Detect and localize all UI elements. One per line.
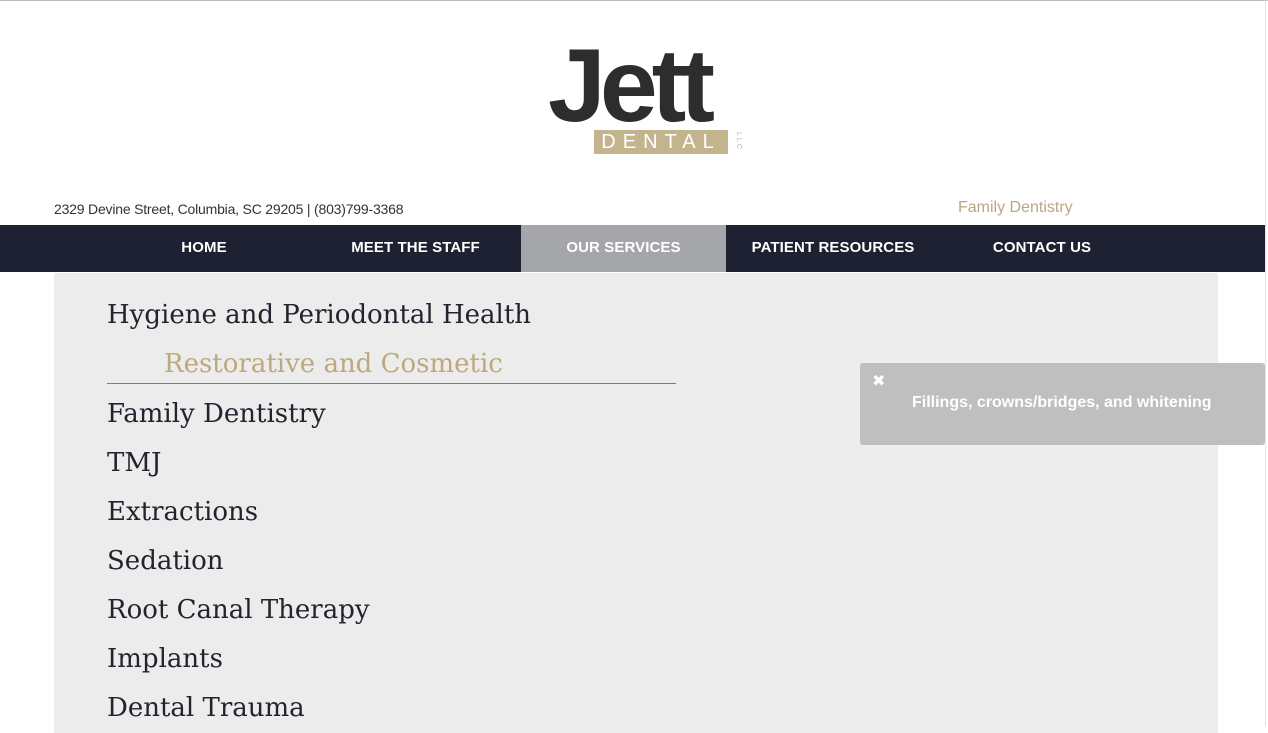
tooltip-text: Fillings, crowns/bridges, and whitening [912,394,1212,411]
right-border [1265,0,1266,726]
service-sedation[interactable]: Sedation [107,546,224,576]
nav-contact-us[interactable]: CONTACT US [940,225,1144,272]
nav-meet-the-staff[interactable]: MEET THE STAFF [310,225,521,272]
service-dental-trauma[interactable]: Dental Trauma [107,693,305,723]
logo-suffix: LLC [735,132,742,151]
logo-subtitle: DENTAL [594,130,728,154]
tagline: Family Dentistry [958,199,1073,216]
service-family-dentistry[interactable]: Family Dentistry [107,399,326,429]
nav-our-services[interactable]: OUR SERVICES [521,225,726,272]
nav-home[interactable]: HOME [98,225,310,272]
service-hygiene[interactable]: Hygiene and Periodontal Health [107,300,531,330]
close-icon[interactable]: ✖ [872,374,885,390]
logo[interactable]: Jett DENTAL LLC [546,34,746,160]
main-nav: HOME MEET THE STAFF OUR SERVICES PATIENT… [0,225,1265,272]
service-tooltip: ✖ Fillings, crowns/bridges, and whitenin… [860,363,1265,445]
logo-wordmark: Jett [548,28,715,144]
top-border [0,0,1268,1]
service-extractions[interactable]: Extractions [107,497,258,527]
service-tmj[interactable]: TMJ [107,448,161,478]
nav-patient-resources[interactable]: PATIENT RESOURCES [726,225,940,272]
service-root-canal[interactable]: Root Canal Therapy [107,595,370,625]
active-service-underline [107,383,676,384]
service-implants[interactable]: Implants [107,644,223,674]
service-restorative-cosmetic[interactable]: Restorative and Cosmetic [164,349,503,379]
address-phone: 2329 Devine Street, Columbia, SC 29205 |… [54,201,404,217]
